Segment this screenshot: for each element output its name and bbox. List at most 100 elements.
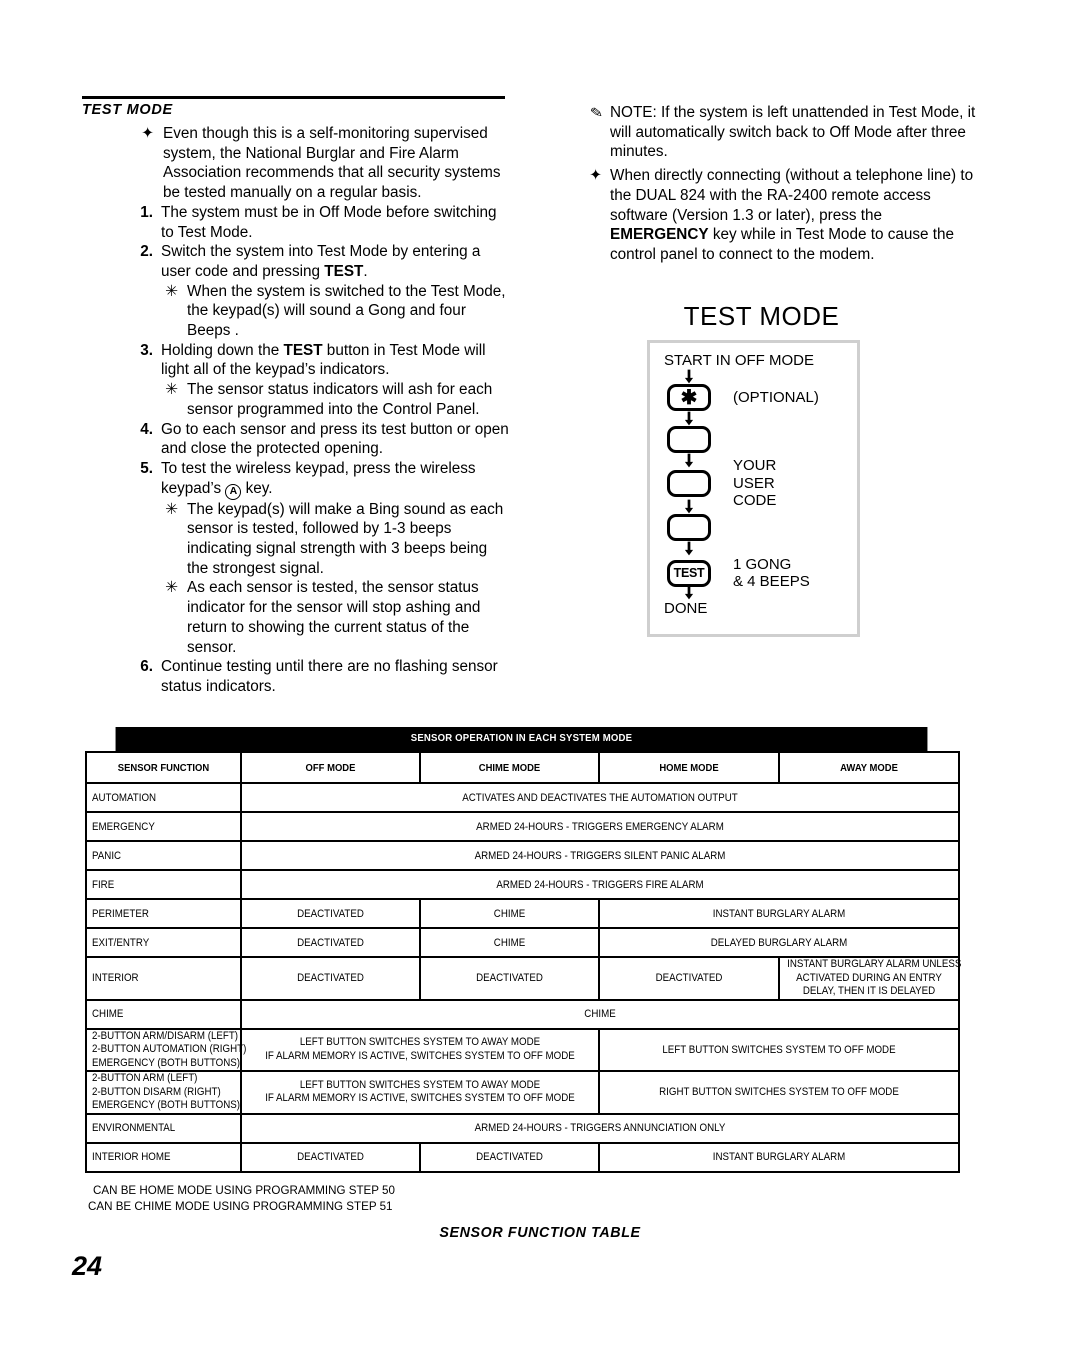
table-row: INTERIOR HOME DEACTIVATED DEACTIVATED IN…	[85, 1141, 960, 1173]
table-row: PANIC ARMED 24-HOURS - TRIGGERS SILENT P…	[85, 840, 960, 871]
function-line-3: EMERGENCY (BOTH BUTTONS)	[92, 1099, 241, 1111]
value-line-1: LEFT BUTTON SWITCHES SYSTEM TO AWAY MODE	[299, 1036, 541, 1049]
table-header-row: SENSOR FUNCTION OFF MODE CHIME MODE HOME…	[85, 751, 960, 784]
row-function-label: CHIME	[85, 998, 242, 1030]
footnote-1: CAN BE HOME MODE USING PROGRAMMING STEP …	[93, 1184, 395, 1197]
function-line-3: EMERGENCY (BOTH BUTTONS)	[92, 1056, 241, 1069]
diagram-step: ✱ (OPTIONAL)	[664, 384, 857, 411]
row-value-home: DEACTIVATED	[598, 956, 780, 1001]
list-item-text: Holding down the TEST button in Test Mod…	[161, 341, 486, 379]
table-body: AUTOMATION ACTIVATES AND DEACTIVATES THE…	[85, 782, 962, 1173]
diamond-bullet-icon: ✦	[589, 167, 602, 185]
table-footnotes: CAN BE HOME MODE USING PROGRAMMING STEP …	[88, 1183, 395, 1214]
diagram-step	[664, 426, 857, 453]
user-code-line-2: USER	[733, 474, 775, 492]
row-value: ARMED 24-HOURS - TRIGGERS SILENT PANIC A…	[240, 840, 960, 871]
page-number: 24	[72, 1251, 103, 1281]
row-value-chime: CHIME	[419, 927, 600, 958]
function-line-2: 2-BUTTON DISARM (RIGHT)	[92, 1085, 221, 1098]
table-row: 2-BUTTON ARM (LEFT) 2-BUTTON DISARM (RIG…	[85, 1070, 960, 1115]
note-item: ✎ NOTE: If the system is left unattended…	[583, 103, 983, 162]
list-item: ✦ When directly connecting (without a te…	[583, 166, 983, 265]
table-row: EMERGENCY ARMED 24-HOURS - TRIGGERS EMER…	[85, 811, 960, 842]
diagram-step-label: YOUR USER CODE	[733, 457, 776, 510]
row-value-chime: CHIME	[419, 898, 600, 929]
list-marker: 3.	[140, 341, 153, 359]
beeps-line: & 4 BEEPS	[733, 573, 810, 590]
list-item: 2. Switch the system into Test Mode by e…	[82, 242, 510, 281]
row-function-label: PANIC	[85, 840, 242, 871]
row-value-chime: DEACTIVATED	[419, 956, 600, 1001]
column-header-off-mode: OFF MODE	[240, 751, 421, 784]
list-item-text: When directly connecting (without a tele…	[610, 167, 974, 263]
list-item-text: To test the wireless keypad, press the w…	[161, 459, 510, 500]
row-value: CHIME	[240, 998, 960, 1030]
test-key-label: TEST	[324, 262, 364, 280]
list-item-text: The keypad(s) will make a Bing sound as …	[187, 500, 504, 577]
list-item: ✳ The sensor status indicators will ash …	[82, 380, 510, 419]
diagram-step: TEST 1 GONG & 4 BEEPS	[664, 556, 857, 591]
table-row: EXIT/ENTRY DEACTIVATED CHIME DELAYED BUR…	[85, 927, 960, 958]
table-row: FIRE ARMED 24-HOURS - TRIGGERS FIRE ALAR…	[85, 869, 960, 900]
table-row: CHIME CHIME	[85, 998, 960, 1030]
diagram-end-label: DONE	[664, 599, 708, 617]
list-item-text: When the system is switched to the Test …	[187, 282, 506, 340]
diagram-start-label: START IN OFF MODE	[664, 352, 815, 369]
value-line-2: IF ALARM MEMORY IS ACTIVE, SWITCHES SYST…	[265, 1092, 575, 1105]
row-value-away-line-2: ACTIVATED DURING AN ENTRY	[796, 971, 942, 984]
row-value-home-away: RIGHT BUTTON SWITCHES SYSTEM TO OFF MODE	[598, 1070, 960, 1115]
row-function-label: EMERGENCY	[85, 811, 242, 842]
column-header-chime-mode: CHIME MODE	[419, 751, 600, 784]
list-item-text: Continue testing until there are no flas…	[161, 658, 498, 695]
list-marker: 6.	[140, 658, 153, 676]
pencil-icon: ✎	[589, 105, 604, 120]
row-value-home-away: DELAYED BURGLARY ALARM	[598, 927, 960, 958]
row-value-off: DEACTIVATED	[240, 1141, 421, 1173]
diagram-step-label: (OPTIONAL)	[733, 388, 819, 406]
a-key-icon: A	[225, 483, 242, 500]
function-line-1: 2-BUTTON ARM (LEFT)	[92, 1072, 198, 1084]
arrow-down-icon	[684, 541, 694, 555]
table-row: ENVIRONMENTAL ARMED 24-HOURS - TRIGGERS …	[85, 1112, 960, 1144]
gong-line: 1 GONG	[733, 555, 792, 573]
function-line-2: 2-BUTTON AUTOMATION (RIGHT)	[92, 1043, 247, 1055]
arrow-down-icon	[684, 585, 694, 599]
table-caption: SENSOR FUNCTION TABLE	[439, 1225, 641, 1241]
row-function-label: 2-BUTTON ARM (LEFT) 2-BUTTON DISARM (RIG…	[85, 1070, 242, 1115]
asterisk-bullet-icon: ✳	[165, 282, 178, 300]
list-item-text: Go to each sensor and press its test but…	[161, 420, 509, 458]
list-marker: 2.	[140, 243, 153, 261]
sensor-function-table: SENSOR OPERATION IN EACH SYSTEM MODE SEN…	[85, 727, 962, 1173]
table-row: AUTOMATION ACTIVATES AND DEACTIVATES THE…	[85, 782, 960, 813]
asterisk-bullet-icon: ✳	[165, 500, 178, 518]
table-banner: SENSOR OPERATION IN EACH SYSTEM MODE	[115, 727, 928, 751]
list-marker: 5.	[140, 459, 153, 477]
diamond-bullet-icon: ✦	[141, 125, 154, 142]
table-row: PERIMETER DEACTIVATED CHIME INSTANT BURG…	[85, 898, 960, 929]
test-key-icon: TEST	[667, 559, 711, 587]
list-item: ✳ When the system is switched to the Tes…	[82, 282, 510, 341]
row-function-label: FIRE	[85, 869, 242, 900]
list-item-text: The system must be in Off Mode before sw…	[161, 203, 497, 241]
row-function-label: INTERIOR	[85, 956, 242, 1001]
diagram-step	[664, 513, 857, 541]
emergency-key-label: EMERGENCY	[610, 226, 709, 244]
asterisk-bullet-icon: ✳	[165, 381, 178, 399]
row-value-home-away: LEFT BUTTON SWITCHES SYSTEM TO OFF MODE	[598, 1027, 960, 1072]
list-item-text: Even though this is a self-monitoring su…	[163, 125, 501, 202]
table-grid: SENSOR FUNCTION OFF MODE CHIME MODE HOME…	[85, 751, 962, 1173]
blank-key-icon	[667, 469, 711, 497]
list-item: ✦ Even though this is a self-monitoring …	[82, 124, 510, 203]
column-header-home-mode: HOME MODE	[598, 751, 780, 784]
row-value-off-chime: LEFT BUTTON SWITCHES SYSTEM TO AWAY MODE…	[240, 1027, 600, 1072]
row-value-away-line-1: INSTANT BURGLARY ALARM UNLESS	[787, 958, 962, 970]
table-row: 2-BUTTON ARM/DISARM (LEFT) 2-BUTTON AUTO…	[85, 1027, 960, 1072]
list-item: ✳ As each sensor is tested, the sensor s…	[82, 578, 510, 657]
diagram-title: TEST MODE	[683, 301, 840, 331]
star-glyph: ✱	[680, 386, 698, 409]
column-header-away-mode: AWAY MODE	[778, 751, 960, 784]
row-function-label: AUTOMATION	[85, 782, 242, 813]
list-item-text: The sensor status indicators will ash fo…	[187, 381, 493, 418]
row-function-label: 2-BUTTON ARM/DISARM (LEFT) 2-BUTTON AUTO…	[85, 1027, 247, 1072]
list-item: 6. Continue testing until there are no f…	[82, 657, 510, 696]
